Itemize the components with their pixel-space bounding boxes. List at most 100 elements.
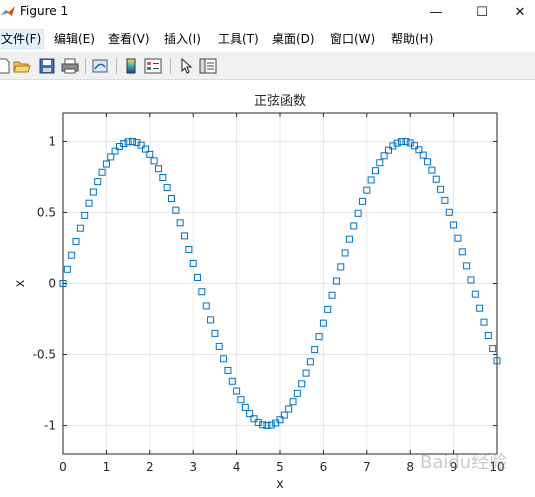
toolbar-separator: [116, 58, 117, 74]
data-point-marker: [293, 389, 301, 397]
menu-file[interactable]: 文件(F): [0, 29, 45, 49]
data-point-marker: [228, 377, 236, 385]
data-point-marker: [185, 246, 193, 254]
insert-colorbar-icon[interactable]: [121, 56, 141, 76]
menu-tools[interactable]: 工具(T): [216, 29, 261, 49]
data-point-marker: [211, 329, 219, 337]
data-point-marker: [168, 195, 175, 203]
data-point-marker: [471, 290, 479, 298]
data-point-marker: [176, 219, 184, 227]
menu-view[interactable]: 查看(V): [106, 29, 152, 49]
toolbar-separator: [170, 58, 171, 74]
link-plot-icon[interactable]: [90, 56, 110, 76]
data-point-marker: [480, 318, 488, 326]
figure-toolbar: [0, 52, 535, 80]
y-tick-label: 1: [48, 134, 56, 148]
data-point-marker: [111, 147, 119, 155]
data-point-marker: [476, 304, 484, 312]
window-titlebar: Figure 1 — ☐ ✕: [0, 0, 535, 24]
window-title: Figure 1: [20, 4, 69, 18]
watermark: Baidu经验: [420, 452, 508, 473]
data-point-marker: [458, 248, 466, 256]
data-point-marker: [202, 302, 210, 310]
data-point-marker: [489, 345, 497, 353]
menu-help[interactable]: 帮助(H): [389, 29, 435, 49]
data-point-marker: [371, 167, 379, 175]
data-point-marker: [345, 235, 353, 243]
data-point-marker: [424, 158, 432, 166]
property-inspector-icon[interactable]: [198, 56, 218, 76]
y-tick-label: 0: [48, 277, 56, 291]
data-point-marker: [81, 211, 89, 219]
minimize-button[interactable]: —: [413, 0, 459, 24]
data-point-marker: [367, 176, 375, 184]
print-icon[interactable]: [60, 56, 80, 76]
data-point-marker: [358, 197, 366, 205]
data-point-marker: [285, 405, 293, 413]
data-point-marker: [63, 265, 71, 273]
data-point-marker: [324, 305, 332, 313]
data-point-marker: [159, 174, 167, 182]
data-point-marker: [311, 346, 319, 354]
edit-plot-arrow-icon[interactable]: [176, 56, 196, 76]
x-tick-label: 7: [363, 460, 371, 474]
data-point-marker: [224, 366, 232, 374]
data-point-marker: [107, 153, 115, 161]
x-tick-label: 1: [103, 460, 111, 474]
close-button[interactable]: ✕: [505, 0, 535, 24]
x-tick-label: 3: [189, 460, 197, 474]
data-point-marker: [98, 168, 106, 176]
x-tick-label: 2: [146, 460, 154, 474]
data-point-marker: [350, 222, 358, 230]
data-point-marker: [163, 184, 171, 192]
data-point-marker: [432, 175, 440, 183]
menu-window[interactable]: 窗口(W): [328, 29, 377, 49]
menu-desktop[interactable]: 桌面(D): [270, 29, 317, 49]
data-point-marker: [198, 288, 206, 296]
data-point-marker: [207, 316, 215, 324]
data-point-marker: [194, 274, 202, 282]
data-point-marker: [376, 159, 384, 167]
x-tick-label: 0: [59, 460, 67, 474]
data-point-marker: [484, 332, 492, 340]
data-point-marker: [85, 199, 93, 207]
data-point-marker: [306, 358, 314, 366]
menu-bar: 文件(F) 编辑(E) 查看(V) 插入(I) 工具(T) 桌面(D) 窗口(W…: [0, 28, 535, 50]
data-point-marker: [154, 165, 162, 173]
data-point-marker: [437, 185, 445, 193]
data-point-marker: [76, 224, 84, 232]
data-point-marker: [302, 369, 310, 377]
data-point-marker: [241, 403, 249, 411]
data-point-marker: [89, 188, 97, 196]
data-point-marker: [220, 355, 228, 363]
x-axis-label: x: [276, 477, 284, 492]
x-tick-label: 6: [320, 460, 328, 474]
data-point-marker: [354, 209, 362, 217]
insert-legend-icon[interactable]: [143, 56, 163, 76]
y-tick-label: -1: [44, 419, 56, 433]
menu-insert[interactable]: 插入(I): [162, 29, 203, 49]
y-tick-label: 0.5: [37, 205, 56, 219]
data-point-marker: [181, 232, 189, 240]
data-point-marker: [441, 196, 449, 204]
data-point-marker: [298, 380, 306, 388]
data-point-marker: [72, 237, 80, 245]
x-tick-label: 8: [406, 460, 414, 474]
matlab-logo-icon: [1, 6, 15, 16]
data-point-marker: [315, 333, 323, 341]
data-point-marker: [428, 166, 436, 174]
data-point-marker: [254, 418, 262, 426]
save-icon[interactable]: [37, 56, 57, 76]
data-point-marker: [150, 157, 158, 165]
chart-title: 正弦函数: [254, 93, 306, 109]
toolbar-separator: [85, 58, 86, 74]
data-point-marker: [454, 234, 462, 242]
data-point-marker: [215, 342, 223, 350]
x-ticks: 0 1 2 3 4 5 6 7 8 9 10: [59, 113, 505, 474]
data-point-marker: [463, 262, 471, 270]
open-file-icon[interactable]: [12, 56, 32, 76]
maximize-button[interactable]: ☐: [459, 0, 505, 24]
sine-plot[interactable]: 0 1 2 3 4 5 6 7 8 9 10 -1-0.500.51 正弦函数 x x: [0, 80, 535, 497]
menu-edit[interactable]: 编辑(E): [52, 29, 97, 49]
data-point-marker: [289, 398, 297, 406]
